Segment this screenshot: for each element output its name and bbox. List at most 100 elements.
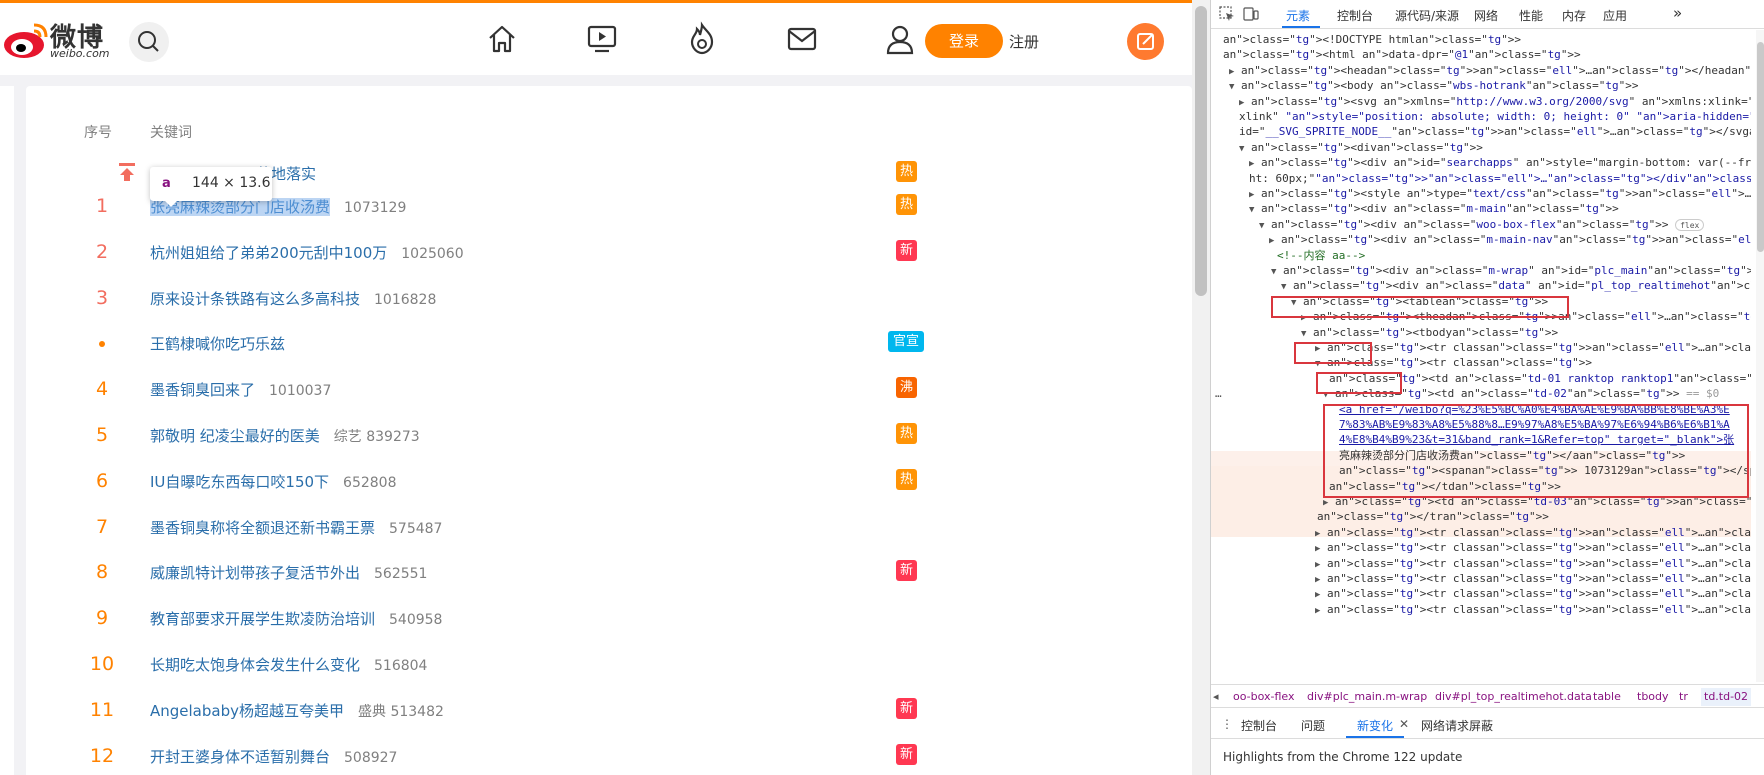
page-scrollbar-thumb[interactable] (1195, 6, 1207, 296)
dom-node-line[interactable]: ▼ an">class="tg"><div an">class="m-main"… (1249, 201, 1619, 217)
table-row[interactable]: 10 长期吃太饱身体会发生什么变化 516804 (26, 641, 1192, 687)
keyword-link[interactable]: 威廉凯特计划带孩子复活节外出 562551 (150, 562, 427, 583)
dom-node-line[interactable]: an">class="tg"><!DOCTYPE htmlan">class="… (1223, 32, 1521, 48)
hot-nav-button[interactable] (684, 21, 720, 57)
whats-new-text: Highlights from the Chrome 122 update (1223, 750, 1463, 764)
breadcrumb-item[interactable]: tr (1679, 690, 1688, 703)
keyword-link[interactable]: 墨香铜臭称将全额退还新书霸王票 575487 (150, 517, 442, 538)
breadcrumb-item[interactable]: table (1593, 690, 1621, 703)
dom-node-line[interactable]: ▶ an">class="tg"><tr classan">class="tg"… (1315, 340, 1751, 356)
keyword-link[interactable]: 教育部要求开展学生欺凌防治培训 540958 (150, 608, 442, 629)
register-link[interactable]: 注册 (1009, 31, 1039, 52)
dom-tree[interactable]: an">class="tg"><!DOCTYPE htmlan">class="… (1211, 30, 1751, 682)
table-row[interactable]: 王鹤棣喊你吃巧乐兹 官宣 (26, 320, 1192, 366)
rank-number: 6 (95, 469, 109, 492)
devtools-tab[interactable]: 元素 (1286, 7, 1310, 24)
dom-node-line[interactable]: id="__SVG_SPRITE_NODE__"an">class="tg">>… (1239, 124, 1751, 140)
dom-node-line[interactable]: ▼ an">class="tg"><div an">class="data" a… (1281, 278, 1751, 294)
dom-node-line[interactable]: ▼ an">class="tg"><div an">class="woo-box… (1259, 217, 1705, 233)
table-row[interactable]: 12 开封王婆身体不适暂别舞台 508927 新 (26, 733, 1192, 775)
table-row[interactable]: 9 教育部要求开展学生欺凌防治培训 540958 (26, 595, 1192, 641)
devtools-tab[interactable]: 内存 (1562, 7, 1586, 24)
keyword-link[interactable]: 王鹤棣喊你吃巧乐兹 (150, 333, 285, 354)
drawer-tab[interactable]: 控制台 (1241, 717, 1277, 734)
table-row[interactable]: 8 威廉凯特计划带孩子复活节外出 562551 新 (26, 549, 1192, 595)
breadcrumb-item[interactable]: td.td-02 (1701, 688, 1752, 706)
breadcrumb-left-arrow[interactable]: ◂ (1213, 690, 1219, 703)
dom-scrollbar[interactable] (1756, 30, 1764, 682)
close-tab-icon[interactable]: ✕ (1399, 717, 1409, 731)
devtools-tab[interactable]: 应用 (1603, 7, 1627, 24)
dom-node-line[interactable]: ▼ an">class="tg"><div an">class="m-wrap"… (1271, 263, 1751, 279)
drawer-tab[interactable]: 网络请求屏蔽 (1421, 717, 1493, 734)
video-nav-button[interactable] (584, 21, 620, 57)
dom-node-line[interactable]: ▼ an">class="tg"><divan">class="tg">> (1239, 140, 1483, 156)
table-row[interactable]: 4 墨香铜臭回来了 1010037 沸 (26, 366, 1192, 412)
keyword-link[interactable]: 杭州姐姐给了弟弟200元刮中100万 1025060 (150, 242, 464, 263)
login-button[interactable]: 登录 (925, 24, 1003, 58)
dom-node-line[interactable]: ▼ an">class="tg"><body an">class="wbs-ho… (1229, 78, 1638, 94)
weibo-logo[interactable]: 微博 weibo.com (2, 17, 114, 61)
breadcrumb-item[interactable]: oo-box-flex (1233, 690, 1295, 703)
drawer-active-underline (1346, 736, 1404, 738)
device-toolbar-icon[interactable] (1243, 6, 1259, 22)
profile-nav-button[interactable] (882, 21, 918, 57)
table-row[interactable]: 2 杭州姐姐给了弟弟200元刮中100万 1025060 新 (26, 229, 1192, 275)
search-button[interactable] (129, 22, 169, 62)
more-tabs-button[interactable]: » (1673, 4, 1682, 22)
dom-node-line[interactable]: an">class="tg"></tran">class="tg">> (1317, 509, 1549, 525)
dom-node-line[interactable]: ▶ an">class="tg"><svg an">xmlns="http://… (1239, 94, 1751, 110)
dom-node-line[interactable]: ▶ an">class="tg"><div an">id="searchapps… (1249, 155, 1751, 171)
keyword-link[interactable]: 郭敬明 纪凌尘最好的医美 综艺 839273 (150, 425, 420, 446)
page-scrollbar[interactable] (1192, 0, 1210, 775)
dom-node-line[interactable]: ▶ an">class="tg"><tr classan">class="tg"… (1315, 602, 1751, 618)
drawer-menu-icon[interactable]: ⋮ (1221, 717, 1233, 731)
devtools-tab[interactable]: 网络 (1474, 7, 1498, 24)
dom-node-line[interactable]: an">class="tg"><html an">data-dpr="@1"an… (1223, 47, 1581, 63)
rank-number: 10 (89, 653, 115, 675)
keyword-link[interactable]: 原来设计条铁路有这么多高科技 1016828 (150, 288, 436, 309)
tooltip-arrow (164, 200, 178, 207)
breadcrumb-item[interactable]: tbody (1637, 690, 1669, 703)
search-icon (138, 31, 159, 52)
devtools-tab[interactable]: 控制台 (1337, 7, 1373, 24)
keyword-link[interactable]: Angelababy杨超越互夸美甲 盛典 513482 (150, 700, 444, 721)
breadcrumb-item[interactable]: div#pl_top_realtimehot.data (1435, 690, 1592, 703)
table-row[interactable]: 3 原来设计条铁路有这么多高科技 1016828 (26, 275, 1192, 321)
inspect-element-icon[interactable] (1219, 6, 1235, 22)
home-nav-button[interactable] (484, 21, 520, 57)
dom-node-line[interactable]: ▶ an">class="tg"><tr classan">class="tg"… (1315, 586, 1751, 602)
devtools-tab[interactable]: 性能 (1519, 7, 1543, 24)
compose-button[interactable] (1127, 23, 1164, 60)
dom-node-line[interactable]: ▶ an">class="tg"><tr classan">class="tg"… (1315, 571, 1751, 587)
table-row[interactable]: 11 Angelababy杨超越互夸美甲 盛典 513482 新 (26, 687, 1192, 733)
messages-nav-button[interactable] (784, 21, 820, 57)
keyword-link[interactable]: IU自曝吃东西每口咬150下 652808 (150, 471, 397, 492)
keyword-link[interactable]: 开封王婆身体不适暂别舞台 508927 (150, 746, 397, 767)
new-badge: 新 (896, 560, 917, 582)
dom-node-line[interactable]: ▶ an">class="tg"><div an">class="m-main-… (1269, 232, 1751, 248)
dom-node-line[interactable]: ▶ an">class="tg"><tr classan">class="tg"… (1315, 540, 1751, 556)
dom-node-line[interactable]: xlink" "an">style="position: absolute; w… (1239, 109, 1751, 125)
rank-number: 1 (95, 195, 109, 217)
drawer-tab[interactable]: 问题 (1301, 717, 1325, 734)
dom-node-line[interactable]: ▶ an">class="tg"><style an">type="text/c… (1249, 186, 1751, 202)
keyword-link[interactable]: 墨香铜臭回来了 1010037 (150, 379, 331, 400)
devtools-tab[interactable]: 源代码/来源 (1395, 7, 1459, 24)
dom-node-line[interactable]: <!--内容 aa--> (1277, 248, 1365, 264)
table-row[interactable]: 6 IU自曝吃东西每口咬150下 652808 热 (26, 458, 1192, 504)
hot-badge: 热 (896, 468, 917, 490)
table-row[interactable]: 5 郭敬明 纪凌尘最好的医美 综艺 839273 热 (26, 412, 1192, 458)
dom-node-line[interactable]: ▼ an">class="tg"><tbodyan">class="tg">> (1301, 325, 1558, 341)
table-row[interactable]: 7 墨香铜臭称将全额退还新书霸王票 575487 (26, 504, 1192, 550)
dom-node-line[interactable]: ▶ an">class="tg"><tr classan">class="tg"… (1315, 525, 1751, 541)
dom-scrollbar-thumb[interactable] (1757, 42, 1764, 252)
pin-top-icon (119, 163, 135, 181)
dom-node-line[interactable]: ▶ an">class="tg"><tr classan">class="tg"… (1315, 556, 1751, 572)
devtools-panel: 元素 控制台 源代码/来源 网络 性能 内存 应用 » an">class="tg"><!D… (1210, 0, 1764, 775)
dom-node-line[interactable]: ht: 60px;""an">class="tg">>"an">class="e… (1249, 171, 1751, 187)
dom-node-line[interactable]: ▶ an">class="tg"><headan">class="tg">>an… (1229, 63, 1751, 79)
drawer-tab[interactable]: 新变化 (1357, 717, 1393, 734)
keyword-link[interactable]: 长期吃太饱身体会发生什么变化 516804 (150, 654, 427, 675)
breadcrumb-item[interactable]: div#plc_main.m-wrap (1307, 690, 1427, 703)
